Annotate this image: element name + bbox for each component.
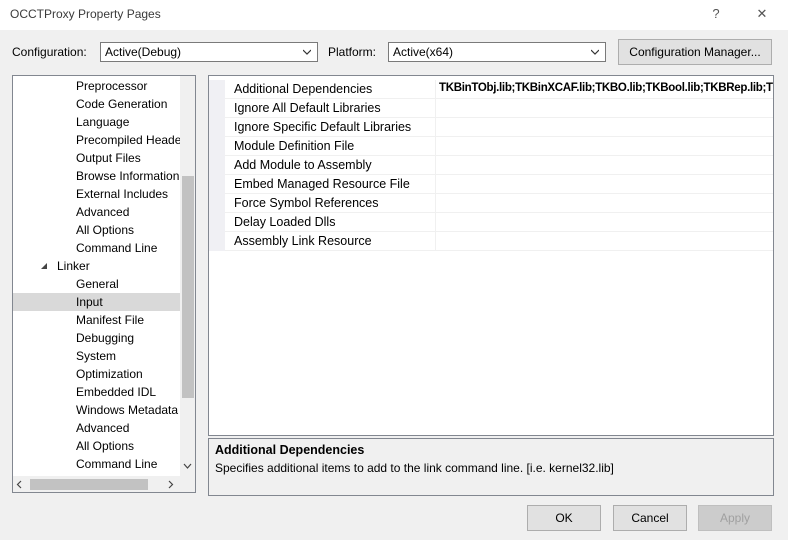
property-grid: Additional Dependencies TKBinTObj.lib;TKB… [208,75,774,436]
row-gutter [209,175,225,194]
configuration-dropdown[interactable]: Active(Debug) [100,42,318,62]
scroll-right-arrow-icon[interactable] [167,480,174,489]
property-name: Module Definition File [234,139,355,153]
close-button[interactable]: ✕ [750,3,774,25]
column-separator [435,156,436,175]
property-row[interactable]: Ignore All Default Libraries [209,99,773,118]
property-name: Embed Managed Resource File [234,177,410,191]
tree-item[interactable]: All Options [13,221,195,239]
tree-item[interactable]: Precompiled Heade [13,131,195,149]
row-gutter [209,213,225,232]
property-name: Add Module to Assembly [234,158,372,172]
row-gutter [209,99,225,118]
tree-item[interactable]: Command Line [13,455,195,473]
tree-item[interactable]: Windows Metadata [13,401,195,419]
row-gutter [209,118,225,137]
tree-item[interactable]: Language [13,113,195,131]
tree-horizontal-scroll-thumb[interactable] [30,479,148,490]
property-name: Additional Dependencies [234,82,373,96]
cancel-button[interactable]: Cancel [613,505,687,531]
property-row[interactable]: Additional Dependencies TKBinTObj.lib;TKB… [209,80,773,99]
property-name: Ignore All Default Libraries [234,101,381,115]
expand-triangle-icon[interactable] [41,263,48,270]
tree-item[interactable]: Command Line [13,239,195,257]
property-row[interactable]: Embed Managed Resource File [209,175,773,194]
description-title: Additional Dependencies [215,443,365,457]
property-row[interactable]: Force Symbol References [209,194,773,213]
tree-item[interactable]: Output Files [13,149,195,167]
window-title: OCCTProxy Property Pages [10,7,161,21]
property-tree: Preprocessor Code Generation Language Preco… [12,75,196,493]
column-separator [435,99,436,118]
apply-button[interactable]: Apply [698,505,772,531]
tree-item[interactable]: All Options [13,437,195,455]
property-name: Force Symbol References [234,196,379,210]
tree-vertical-scroll-thumb[interactable] [182,176,194,398]
column-separator [435,194,436,213]
platform-dropdown[interactable]: Active(x64) [388,42,606,62]
ok-button[interactable]: OK [527,505,601,531]
tree-item-label: Linker [57,259,90,273]
tree-item[interactable]: Advanced [13,419,195,437]
tree-item[interactable]: Browse Information [13,167,195,185]
tree-item[interactable]: Advanced [13,203,195,221]
tree-item[interactable]: Manifest File [13,311,195,329]
tree-item[interactable]: Preprocessor [13,77,195,95]
column-separator [435,213,436,232]
description-panel: Additional Dependencies Specifies additi… [208,438,774,496]
property-name: Delay Loaded Dlls [234,215,336,229]
tree-item[interactable]: System [13,347,195,365]
platform-label: Platform: [328,45,377,59]
help-button[interactable]: ? [704,3,728,25]
property-name: Ignore Specific Default Libraries [234,120,412,134]
chevron-down-icon [303,49,311,55]
row-gutter [209,194,225,213]
property-row[interactable]: Delay Loaded Dlls [209,213,773,232]
property-row[interactable]: Module Definition File [209,137,773,156]
property-row[interactable]: Assembly Link Resource [209,232,773,251]
row-gutter [209,137,225,156]
tree-item[interactable]: Optimization [13,365,195,383]
tree-item-linker[interactable]: Linker [13,257,195,275]
tree-item[interactable]: Code Generation [13,95,195,113]
scroll-down-arrow-icon[interactable] [183,463,192,470]
description-text: Specifies additional items to add to the… [215,461,614,475]
column-separator [435,118,436,137]
property-row[interactable]: Add Module to Assembly [209,156,773,175]
tree-item[interactable]: Embedded IDL [13,383,195,401]
configuration-manager-button[interactable]: Configuration Manager... [618,39,772,65]
platform-value: Active(x64) [393,45,454,59]
configuration-label: Configuration: [12,45,87,59]
configuration-value: Active(Debug) [105,45,182,59]
column-separator [435,175,436,194]
chevron-down-icon [591,49,599,55]
tree-item[interactable]: External Includes [13,185,195,203]
tree-item[interactable]: Debugging [13,329,195,347]
scroll-left-arrow-icon[interactable] [16,480,23,489]
row-gutter [209,156,225,175]
row-gutter [209,80,225,99]
column-separator [435,137,436,156]
tree-item-selected[interactable]: Input [13,293,195,311]
property-value[interactable]: TKBinTObj.lib;TKBinXCAF.lib;TKBO.lib;TKB… [439,82,773,94]
row-gutter [209,232,225,251]
property-name: Assembly Link Resource [234,234,372,248]
tree-item[interactable]: General [13,275,195,293]
column-separator [435,232,436,251]
property-row[interactable]: Ignore Specific Default Libraries [209,118,773,137]
column-separator [435,80,436,99]
